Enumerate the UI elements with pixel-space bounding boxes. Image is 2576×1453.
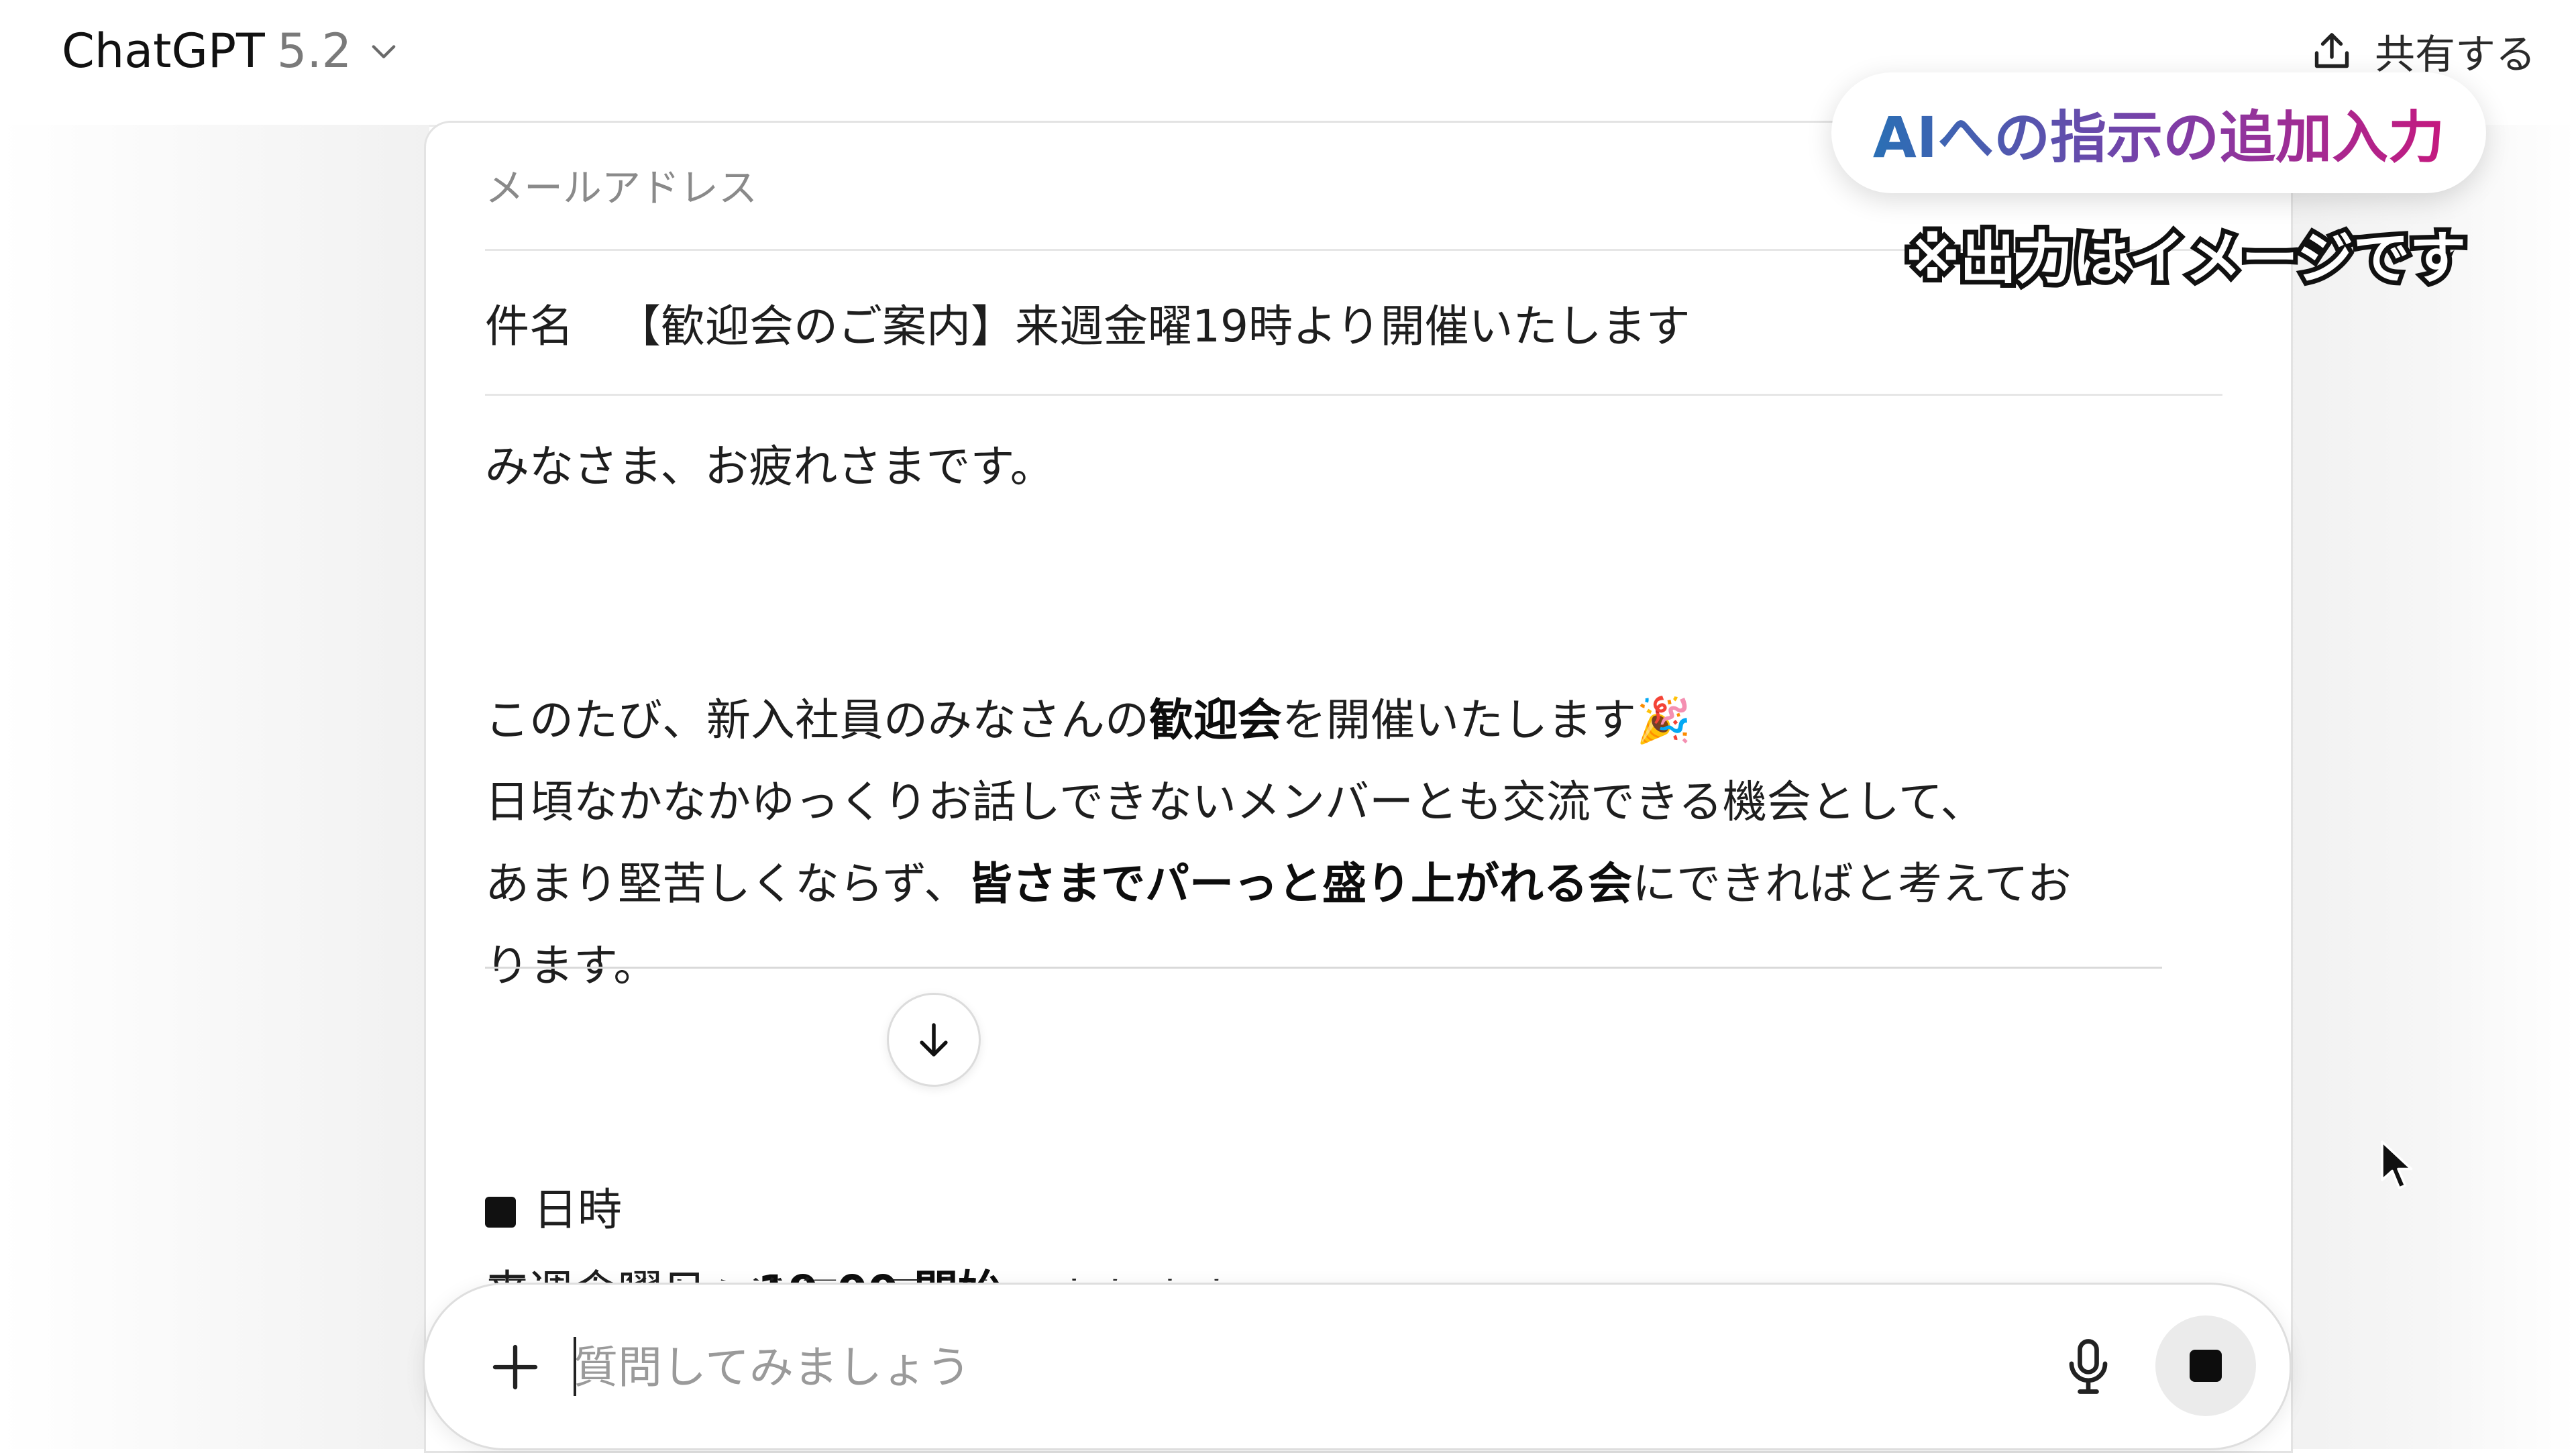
divider	[485, 967, 2162, 969]
stop-generating-button[interactable]	[2155, 1315, 2256, 1416]
subject-value: 【歓迎会のご案内】来週金曜19時より開催いたします	[616, 301, 1690, 352]
truncated-line: 開始直後から進行を予定しております。	[485, 1263, 1275, 1281]
chevron-down-icon	[372, 45, 396, 58]
section-heading: 日時	[485, 1169, 1002, 1251]
share-upload-icon	[2314, 33, 2349, 68]
right-backdrop	[2281, 125, 2576, 1449]
model-name: ChatGPT	[62, 23, 265, 78]
plus-icon[interactable]	[485, 1337, 545, 1397]
email-draft-card: メールアドレス 件名 【歓迎会のご案内】来週金曜19時より開催いたします みなさま…	[424, 121, 2293, 1453]
body-paragraph: このたび、新入社員のみなさんの歓迎会を開催いたします🎉 日頃なかなかゆっくりお話…	[485, 680, 2072, 1007]
caption-title-text: AIへの指示の追加入力	[1873, 93, 2445, 174]
bold-text: 歓迎会	[1149, 694, 1282, 746]
prompt-input[interactable]	[572, 1325, 2037, 1409]
arrow-down-icon	[920, 1023, 948, 1057]
email-address-label: メールアドレス	[485, 165, 758, 211]
greeting-text: みなさま、お疲れさまです。	[485, 441, 1055, 492]
body-line-4: ります。	[485, 940, 658, 991]
body-line-2: 日頃なかなかゆっくりお話しできないメンバーとも交流できる機会として、	[485, 776, 1985, 828]
black-square-icon	[485, 1197, 516, 1228]
divider	[485, 394, 2222, 396]
left-backdrop	[0, 125, 429, 1449]
text: を開催いたします🎉	[1282, 694, 1692, 746]
stop-icon	[2190, 1350, 2222, 1382]
share-button[interactable]: 共有する	[2308, 24, 2536, 78]
text: あまり堅苦しくならず、	[485, 858, 969, 910]
model-selector[interactable]: ChatGPT 5.2	[62, 23, 401, 78]
email-subject: 件名 【歓迎会のご案内】来週金曜19時より開催いたします	[485, 290, 1690, 355]
share-label: 共有する	[2375, 31, 2536, 78]
bold-text: 皆さまでパーっと盛り上がれる会	[968, 858, 1633, 910]
section-title: 日時	[533, 1184, 622, 1236]
greeting-line: みなさま、お疲れさまです。	[485, 441, 1055, 631]
message-composer	[423, 1283, 2292, 1450]
scroll-to-bottom-button[interactable]	[887, 993, 981, 1087]
text-caret	[574, 1337, 576, 1396]
caption-note: ※出力はイメージです	[1900, 221, 2471, 296]
microphone-icon[interactable]	[2055, 1333, 2122, 1400]
mouse-pointer-icon	[2381, 1140, 2413, 1189]
text: にできればと考えてお	[1632, 858, 2072, 910]
text: このたび、新入社員のみなさんの	[485, 694, 1149, 746]
caption-title: AIへの指示の追加入力	[1831, 72, 2486, 193]
body-line-3: あまり堅苦しくならず、皆さまでパーっと盛り上がれる会にできればと考えてお	[485, 843, 2072, 925]
model-version: 5.2	[276, 23, 352, 78]
body-line-1: このたび、新入社員のみなさんの歓迎会を開催いたします🎉	[485, 680, 2072, 761]
subject-key: 件名	[485, 301, 574, 352]
